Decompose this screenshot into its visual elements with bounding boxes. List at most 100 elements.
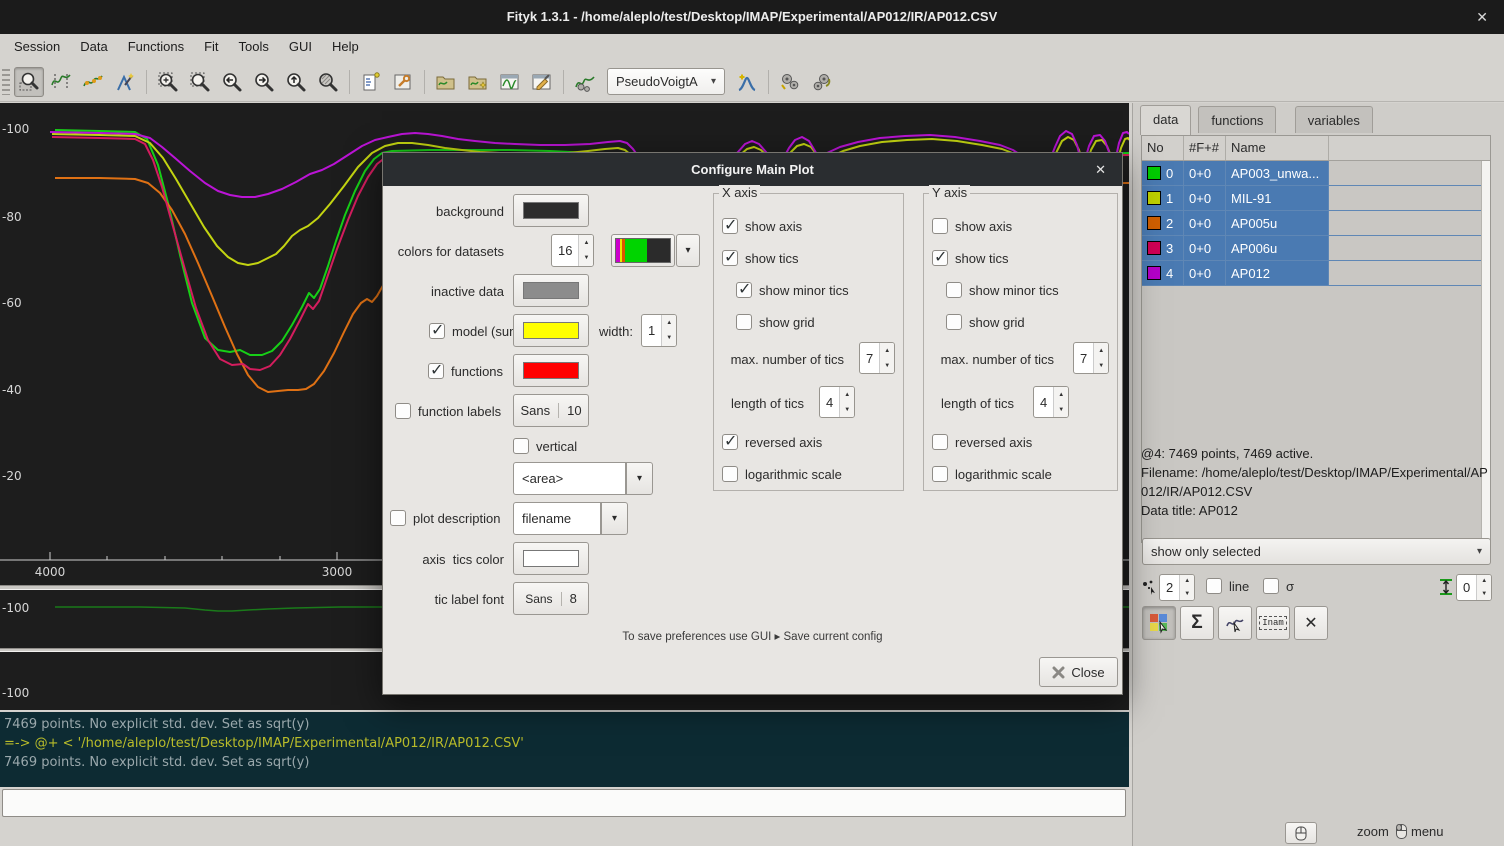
- dataset-color-swatch[interactable]: [1147, 241, 1161, 255]
- table-row[interactable]: 40+0AP012: [1142, 261, 1490, 286]
- zoom-up-button[interactable]: [281, 67, 311, 97]
- tab-data[interactable]: data: [1140, 105, 1191, 135]
- spin-down-icon[interactable]: ▼: [1054, 402, 1068, 417]
- previous-zoom-button[interactable]: [313, 67, 343, 97]
- x-reversed-axis-checkbox[interactable]: [722, 434, 738, 450]
- dataset-color-swatch[interactable]: [1147, 191, 1161, 205]
- mouse-config-button[interactable]: [1285, 822, 1317, 844]
- table-row[interactable]: 20+0AP005u: [1142, 211, 1490, 236]
- zoom-left-button[interactable]: [217, 67, 247, 97]
- table-row[interactable]: 30+0AP006u: [1142, 236, 1490, 261]
- spin-up-icon[interactable]: ▲: [1477, 575, 1491, 588]
- y-show-axis-checkbox[interactable]: [932, 218, 948, 234]
- spin-down-icon[interactable]: ▼: [1180, 588, 1194, 601]
- delete-dataset-button[interactable]: ✕: [1294, 606, 1328, 640]
- menu-functions[interactable]: Functions: [118, 34, 194, 59]
- tic-font-button[interactable]: Sans 8: [513, 582, 589, 615]
- label-format-combobox[interactable]: <area>: [513, 462, 626, 495]
- model-color-button[interactable]: [513, 314, 589, 347]
- vertical-checkbox[interactable]: [513, 438, 529, 454]
- data-range-mode-button[interactable]: [46, 67, 76, 97]
- edit-transform-button[interactable]: [1218, 606, 1252, 640]
- zoom-mode-button[interactable]: [14, 67, 44, 97]
- dataset-colors-button[interactable]: [1142, 606, 1176, 640]
- y-show-minor-tics-checkbox[interactable]: [946, 282, 962, 298]
- settings-button[interactable]: [388, 67, 418, 97]
- line-checkbox[interactable]: [1206, 578, 1222, 594]
- x-length-tics-spinner[interactable]: 4▲▼: [819, 386, 855, 418]
- function-labels-checkbox[interactable]: [395, 403, 411, 419]
- tab-variables[interactable]: variables: [1295, 106, 1373, 133]
- palette-preview-button[interactable]: [611, 234, 675, 267]
- plot-description-checkbox[interactable]: [390, 510, 406, 526]
- toolbar-grip[interactable]: [2, 69, 10, 95]
- spin-up-icon[interactable]: ▲: [579, 235, 593, 251]
- sum-button[interactable]: Σ: [1180, 606, 1214, 640]
- inactive-data-color-button[interactable]: [513, 274, 589, 307]
- spin-up-icon[interactable]: ▲: [880, 343, 894, 358]
- auto-add-peak-button[interactable]: [732, 67, 762, 97]
- fit-run-button[interactable]: [775, 67, 805, 97]
- column-header-name[interactable]: Name: [1226, 136, 1329, 160]
- dataset-color-swatch[interactable]: [1147, 266, 1161, 280]
- data-table-button[interactable]: [495, 67, 525, 97]
- command-input[interactable]: [2, 789, 1126, 817]
- window-close-icon[interactable]: ✕: [1470, 0, 1494, 34]
- rename-button[interactable]: Inam: [1256, 606, 1290, 640]
- functions-color-button[interactable]: [513, 354, 589, 387]
- peak-draw-mode-button[interactable]: [110, 67, 140, 97]
- y-length-tics-spinner[interactable]: 4▲▼: [1033, 386, 1069, 418]
- spin-down-icon[interactable]: ▼: [579, 251, 593, 267]
- functions-checkbox[interactable]: [428, 363, 444, 379]
- menu-session[interactable]: Session: [4, 34, 70, 59]
- x-show-tics-checkbox[interactable]: [722, 250, 738, 266]
- spin-down-icon[interactable]: ▼: [1094, 358, 1108, 373]
- menu-data[interactable]: Data: [70, 34, 117, 59]
- spin-up-icon[interactable]: ▲: [1054, 387, 1068, 402]
- spin-up-icon[interactable]: ▲: [662, 315, 676, 331]
- x-show-axis-checkbox[interactable]: [722, 218, 738, 234]
- menu-help[interactable]: Help: [322, 34, 369, 59]
- x-max-tics-spinner[interactable]: 7▲▼: [859, 342, 895, 374]
- y-logarithmic-scale-checkbox[interactable]: [932, 466, 948, 482]
- model-sum-checkbox[interactable]: [429, 323, 445, 339]
- column-header-no[interactable]: No: [1142, 136, 1184, 160]
- spin-down-icon[interactable]: ▼: [662, 331, 676, 347]
- fit-continue-button[interactable]: [807, 67, 837, 97]
- label-font-button[interactable]: Sans 10: [513, 394, 589, 427]
- zoom-all-button[interactable]: [153, 67, 183, 97]
- y-show-tics-checkbox[interactable]: [932, 250, 948, 266]
- column-header-f[interactable]: #F+#: [1184, 136, 1226, 160]
- plot-description-combobox[interactable]: filename: [513, 502, 601, 535]
- label-format-arrow-button[interactable]: ▾: [626, 462, 653, 495]
- show-filter-dropdown[interactable]: show only selected ▾: [1142, 538, 1491, 565]
- x-show-minor-tics-checkbox[interactable]: [736, 282, 752, 298]
- spin-up-icon[interactable]: ▲: [1180, 575, 1194, 588]
- dataset-count-spinner[interactable]: 16 ▲▼: [551, 234, 594, 267]
- zoom-vertical-button[interactable]: [185, 67, 215, 97]
- table-row[interactable]: 00+0AP003_unwa...: [1142, 161, 1490, 186]
- open-data-button[interactable]: [431, 67, 461, 97]
- menu-gui[interactable]: GUI: [279, 34, 322, 59]
- close-button[interactable]: Close: [1039, 657, 1118, 687]
- y-show-grid-checkbox[interactable]: [946, 314, 962, 330]
- y-reversed-axis-checkbox[interactable]: [932, 434, 948, 450]
- tab-functions[interactable]: functions: [1198, 106, 1276, 133]
- spin-up-icon[interactable]: ▲: [1094, 343, 1108, 358]
- dataset-color-swatch[interactable]: [1147, 216, 1161, 230]
- point-size-spinner[interactable]: 2 ▲▼: [1159, 574, 1195, 601]
- x-show-grid-checkbox[interactable]: [736, 314, 752, 330]
- peak-type-combobox[interactable]: PseudoVoigtA ▾: [607, 68, 725, 95]
- palette-dropdown-button[interactable]: ▾: [676, 234, 700, 267]
- data-editor-button[interactable]: [527, 67, 557, 97]
- menu-tools[interactable]: Tools: [229, 34, 279, 59]
- spin-down-icon[interactable]: ▼: [1477, 588, 1491, 601]
- script-editor-button[interactable]: [356, 67, 386, 97]
- baseline-mode-button[interactable]: [78, 67, 108, 97]
- background-color-button[interactable]: [513, 194, 589, 227]
- function-definition-button[interactable]: [570, 67, 600, 97]
- open-data-custom-button[interactable]: [463, 67, 493, 97]
- table-row[interactable]: 10+0MIL-91: [1142, 186, 1490, 211]
- plot-description-arrow-button[interactable]: ▾: [601, 502, 628, 535]
- menu-fit[interactable]: Fit: [194, 34, 228, 59]
